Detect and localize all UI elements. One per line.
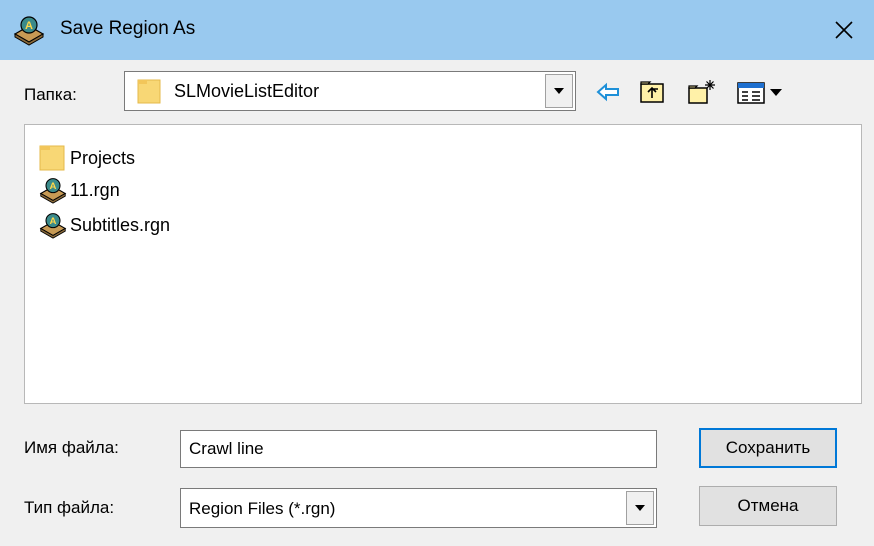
svg-text:A: A xyxy=(25,20,33,32)
cancel-button[interactable]: Отмена xyxy=(699,486,837,526)
filetype-dropdown[interactable]: Region Files (*.rgn) xyxy=(180,488,657,528)
filetype-value: Region Files (*.rgn) xyxy=(189,499,336,518)
region-file-icon: A xyxy=(39,213,67,239)
new-folder-button[interactable] xyxy=(686,78,718,106)
file-list[interactable]: Projects A 11.rgn A Subtitles.rgn xyxy=(24,124,862,404)
filetype-label: Тип файла: xyxy=(24,498,115,517)
svg-text:A: A xyxy=(50,181,57,192)
folder-dropdown-arrow[interactable] xyxy=(545,74,573,108)
chevron-down-icon xyxy=(635,505,645,511)
up-folder-icon xyxy=(640,81,664,103)
window-title: Save Region As xyxy=(60,18,196,39)
filetype-dropdown-arrow[interactable] xyxy=(626,491,654,525)
app-icon: A xyxy=(13,16,45,46)
filename-label: Имя файла: xyxy=(24,438,119,457)
list-item-label: Subtitles.rgn xyxy=(70,214,171,235)
folder-icon xyxy=(39,145,65,171)
folder-icon xyxy=(137,79,161,104)
folder-label: Папка: xyxy=(24,85,77,104)
svg-text:A: A xyxy=(50,216,57,227)
region-file-icon: A xyxy=(39,178,67,204)
chevron-down-icon xyxy=(554,88,564,94)
filename-input[interactable] xyxy=(180,430,657,468)
close-button[interactable] xyxy=(814,0,874,60)
list-item-projects[interactable]: Projects xyxy=(37,143,135,173)
view-menu-button[interactable] xyxy=(736,78,790,106)
view-menu-icon xyxy=(737,82,782,104)
save-button[interactable]: Сохранить xyxy=(699,428,837,468)
up-folder-button[interactable] xyxy=(638,78,670,106)
folder-current: SLMovieListEditor xyxy=(174,81,320,101)
title-bar: A Save Region As xyxy=(0,0,874,60)
list-item-11-rgn[interactable]: A 11.rgn xyxy=(37,175,120,205)
list-item-label: 11.rgn xyxy=(70,179,120,200)
back-button[interactable] xyxy=(594,78,626,106)
list-item-label: Projects xyxy=(70,147,136,168)
new-folder-icon xyxy=(688,80,715,104)
back-icon xyxy=(596,82,619,102)
list-item-subtitles-rgn[interactable]: A Subtitles.rgn xyxy=(37,210,170,240)
folder-dropdown[interactable]: SLMovieListEditor xyxy=(124,71,576,111)
close-icon xyxy=(835,21,853,39)
